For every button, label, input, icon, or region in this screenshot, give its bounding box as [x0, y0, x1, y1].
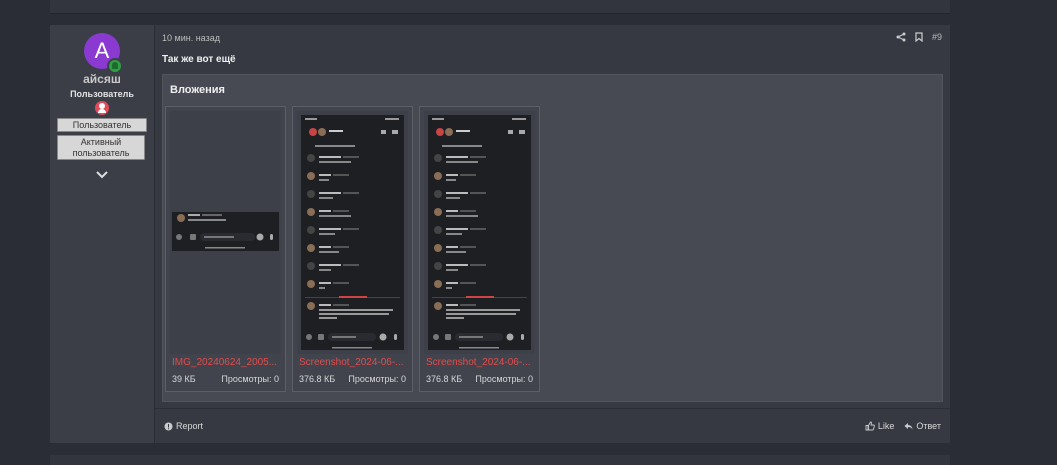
attachment-item[interactable]: Screenshot_2024-06-... 376.8 КБ Просмотр… — [419, 106, 540, 392]
reply-label: Ответ — [916, 421, 941, 431]
attachment-filename[interactable]: Screenshot_2024-06-... — [299, 357, 407, 368]
next-post-top — [50, 455, 950, 465]
post-user-column: A айсяш Пользователь Пользователь Активн… — [50, 25, 155, 443]
like-icon — [865, 421, 875, 431]
report-icon — [164, 422, 173, 430]
attachment-views: Просмотры: 0 — [475, 374, 533, 384]
user-banner-active: Активный пользователь — [57, 135, 145, 160]
attachment-thumbnail[interactable] — [170, 111, 281, 354]
user-title: Пользователь — [70, 89, 134, 99]
attachment-size: 376.8 КБ — [299, 374, 336, 384]
like-label: Like — [877, 421, 895, 431]
username[interactable]: айсяш — [50, 72, 154, 86]
user-banner-user: Пользователь — [57, 118, 147, 132]
post-main: 10 мин. назад #9 Так же вот ещё Вложения — [155, 25, 950, 443]
bookmark-icon[interactable] — [915, 32, 923, 42]
post-number[interactable]: #9 — [932, 32, 942, 42]
chevron-down-icon[interactable] — [95, 170, 109, 180]
attachment-filename[interactable]: IMG_20240624_2005... — [172, 357, 280, 368]
attachment-size: 376.8 КБ — [426, 374, 463, 384]
footer-divider — [155, 408, 950, 409]
post-footer-actions: Like Ответ — [865, 421, 941, 431]
like-button[interactable]: Like — [865, 421, 895, 431]
attachments-block: Вложения IMG_20240624_2005... 39 КБ Прос… — [162, 74, 943, 402]
attachment-views: Просмотры: 0 — [348, 374, 406, 384]
attachments-title: Вложения — [170, 84, 225, 96]
reply-button[interactable]: Ответ — [904, 421, 941, 431]
user-role-icon — [95, 101, 109, 115]
attachment-item[interactable]: Screenshot_2024-06-... 376.8 КБ Просмотр… — [292, 106, 413, 392]
report-button[interactable]: Report — [164, 421, 203, 431]
post-date[interactable]: 10 мин. назад — [162, 33, 220, 43]
attachment-thumbnail[interactable] — [424, 111, 535, 354]
previous-post-bottom — [50, 0, 950, 14]
post-actions: #9 — [896, 32, 942, 42]
attachment-item[interactable]: IMG_20240624_2005... 39 КБ Просмотры: 0 — [165, 106, 286, 392]
reply-icon — [904, 422, 913, 429]
post-item: A айсяш Пользователь Пользователь Активн… — [50, 25, 950, 443]
attachment-size: 39 КБ — [172, 374, 196, 384]
post-message: Так же вот ещё — [162, 54, 236, 65]
attachment-views: Просмотры: 0 — [221, 374, 279, 384]
report-label: Report — [176, 421, 204, 431]
attachment-filename[interactable]: Screenshot_2024-06-... — [426, 357, 534, 368]
attachment-thumbnail[interactable] — [297, 111, 408, 354]
share-icon[interactable] — [896, 32, 906, 42]
